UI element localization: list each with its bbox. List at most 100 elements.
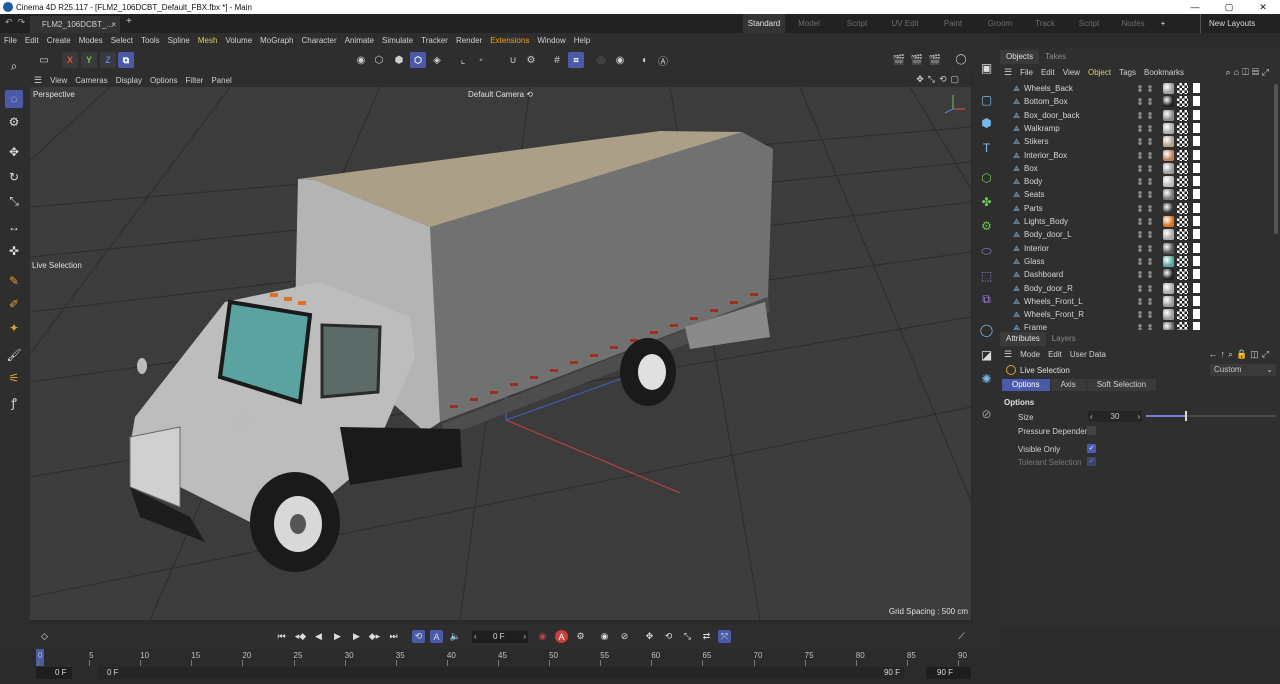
object-row[interactable]: ⟁ Body_door_R: [1008, 282, 1272, 295]
layout-tab-groom[interactable]: Groom: [977, 14, 1023, 33]
visibility-dots-icon[interactable]: [1138, 204, 1142, 212]
viewport-menu-options[interactable]: Options: [146, 76, 182, 85]
object-row[interactable]: ⟁ Walkramp: [1008, 122, 1272, 135]
phong-tag-icon[interactable]: [1191, 295, 1200, 306]
visibility-dots-icon[interactable]: [1138, 191, 1142, 199]
visibility-dots-icon[interactable]: [1138, 164, 1142, 172]
pressure-dependent-checkbox[interactable]: [1087, 426, 1096, 435]
objects-menu-file[interactable]: File: [1016, 68, 1037, 77]
object-row[interactable]: ⟁ Dashboard: [1008, 268, 1272, 281]
uvw-tag-icon[interactable]: [1177, 83, 1188, 94]
object-row[interactable]: ⟁ Box: [1008, 162, 1272, 175]
material-tag-icon[interactable]: [1163, 229, 1174, 241]
cube-spline-icon[interactable]: ▢: [977, 90, 996, 109]
render-dots-icon[interactable]: [1148, 311, 1152, 319]
phong-tag-icon[interactable]: [1191, 122, 1200, 133]
material-tag-icon[interactable]: [1163, 295, 1174, 307]
no-key-icon[interactable]: ⊘: [618, 630, 631, 643]
phong-tag-icon[interactable]: [1191, 109, 1200, 120]
object-row[interactable]: ⟁ Glass: [1008, 255, 1272, 268]
chevron-left-icon[interactable]: ‹: [474, 631, 477, 643]
object-row[interactable]: ⟁ Bottom_Box: [1008, 95, 1272, 108]
render-dots-icon[interactable]: [1148, 244, 1152, 252]
menu-select[interactable]: Select: [107, 36, 137, 45]
material-tag-icon[interactable]: [1163, 202, 1174, 214]
material-tag-icon[interactable]: [1163, 109, 1174, 121]
generator-icon[interactable]: ⧉: [977, 290, 996, 309]
attributes-menu-user-data[interactable]: User Data: [1066, 350, 1110, 359]
document-tab[interactable]: FLM2_106DCBT_... ×: [30, 16, 120, 33]
material-tag-icon[interactable]: [1163, 176, 1174, 188]
menu-modes[interactable]: Modes: [75, 36, 107, 45]
play-icon[interactable]: ▶: [331, 630, 344, 643]
previous-frame-icon[interactable]: ◀: [312, 630, 325, 643]
effector-icon[interactable]: ⚙: [977, 216, 996, 235]
objects-menu-bookmarks[interactable]: Bookmarks: [1140, 68, 1188, 77]
object-row[interactable]: ⟁ Interior_Box: [1008, 149, 1272, 162]
record-active-icon[interactable]: ◉: [536, 630, 549, 643]
render-dots-icon[interactable]: [1148, 124, 1152, 132]
subtab-axis[interactable]: Axis: [1050, 379, 1086, 391]
uvw-tag-icon[interactable]: [1177, 242, 1188, 254]
start-frame-field[interactable]: 0 F: [36, 667, 72, 679]
chevron-right-icon[interactable]: ›: [1137, 411, 1140, 422]
menu-simulate[interactable]: Simulate: [378, 36, 417, 45]
end-frame-field[interactable]: 90 F: [926, 667, 971, 679]
transfer-icon[interactable]: ↔: [5, 218, 23, 236]
menu-volume[interactable]: Volume: [221, 36, 256, 45]
uvw-tag-icon[interactable]: [1177, 282, 1188, 294]
parameter-key-icon[interactable]: ⇄: [700, 630, 713, 643]
render-dots-icon[interactable]: [1148, 231, 1152, 239]
go-to-end-icon[interactable]: ⏭: [387, 630, 400, 643]
objects-menu-view[interactable]: View: [1059, 68, 1084, 77]
visibility-dots-icon[interactable]: [1138, 284, 1142, 292]
object-row[interactable]: ⟁ Interior: [1008, 242, 1272, 255]
material-tag-icon[interactable]: [1163, 269, 1174, 281]
spline-pen-icon[interactable]: ✎: [5, 272, 23, 290]
tweak-icon[interactable]: ⚙: [5, 113, 23, 131]
layout-tab-paint[interactable]: Paint: [929, 14, 977, 33]
object-row[interactable]: ⟁ Lights_Body: [1008, 215, 1272, 228]
material-tag-icon[interactable]: [1163, 96, 1174, 108]
points-mode-icon[interactable]: ◉: [354, 53, 368, 67]
menu-extensions[interactable]: Extensions: [486, 36, 533, 45]
uvw-tag-icon[interactable]: [1177, 136, 1188, 148]
viewport-menu-display[interactable]: Display: [112, 76, 146, 85]
next-key-icon[interactable]: ◆▸: [368, 630, 381, 643]
object-manager-icon[interactable]: ⊘: [977, 404, 996, 423]
polygons-mode-icon[interactable]: ⬢: [392, 53, 406, 67]
uvw-tag-icon[interactable]: [1177, 309, 1188, 321]
menu-spline[interactable]: Spline: [164, 36, 194, 45]
solo-icon[interactable]: ◉: [613, 53, 627, 67]
scale-icon[interactable]: ⤡: [5, 192, 23, 210]
object-row[interactable]: ⟁ Wheels_Front_R: [1008, 308, 1272, 321]
visibility-dots-icon[interactable]: [1138, 218, 1142, 225]
scale-key-icon[interactable]: ⤡: [681, 630, 694, 643]
viewport-navigation-icons[interactable]: ✥⤡⟲▢: [912, 74, 967, 85]
uvw-tag-icon[interactable]: [1177, 176, 1188, 188]
subdivision-icon[interactable]: ⬡: [977, 168, 996, 187]
layout-tab-nodes[interactable]: Nodes: [1111, 14, 1155, 33]
snap-icon[interactable]: #: [550, 53, 564, 67]
phong-tag-icon[interactable]: [1191, 216, 1200, 226]
uvw-tag-icon[interactable]: [1177, 149, 1188, 161]
visibility-dots-icon[interactable]: [1138, 257, 1142, 265]
minimize-button[interactable]: —: [1178, 0, 1212, 14]
cube-primitive-icon[interactable]: ⬢: [977, 113, 996, 132]
visibility-dots-icon[interactable]: [1138, 178, 1142, 186]
material-tag-icon[interactable]: [1163, 83, 1174, 94]
environment-icon[interactable]: ◯: [977, 320, 996, 339]
phong-tag-icon[interactable]: [1191, 149, 1200, 160]
phong-tag-icon[interactable]: [1191, 83, 1200, 93]
next-frame-icon[interactable]: ▶: [350, 630, 363, 643]
visible-only-checkbox[interactable]: ✓: [1087, 444, 1096, 453]
uvw-tag-icon[interactable]: [1177, 269, 1188, 281]
objects-menu-icon[interactable]: ☰: [1000, 67, 1016, 78]
maximize-button[interactable]: ▢: [1212, 0, 1246, 14]
phong-tag-icon[interactable]: [1191, 309, 1200, 320]
workplane-icon[interactable]: ⌞: [456, 53, 470, 67]
axis-icon[interactable]: Ⓐ: [656, 53, 670, 68]
menu-mograph[interactable]: MoGraph: [256, 36, 297, 45]
visibility-dots-icon[interactable]: [1138, 151, 1142, 159]
attributes-menu-mode[interactable]: Mode: [1016, 350, 1044, 359]
